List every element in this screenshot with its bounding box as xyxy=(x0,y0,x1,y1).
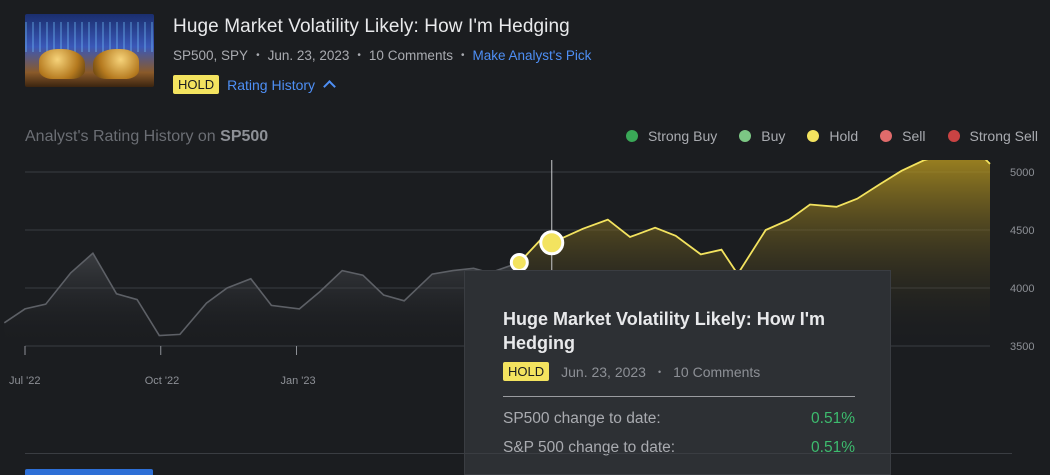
rating-marker-hold[interactable] xyxy=(509,252,529,272)
tooltip-date: Jun. 23, 2023 xyxy=(561,363,646,380)
chart-heading-symbol: SP500 xyxy=(220,128,269,145)
article-date: Jun. 23, 2023 xyxy=(267,48,350,63)
legend-swatch xyxy=(625,130,638,142)
tooltip-title[interactable]: Huge Market Volatility Likely: How I'm H… xyxy=(503,307,863,355)
article-comments[interactable]: 10 Comments xyxy=(369,48,453,63)
legend-item-strong-sell[interactable]: Strong Sell xyxy=(947,128,1038,144)
legend-swatch xyxy=(739,130,752,142)
tooltip-row: SP500 change to date: 0.51% xyxy=(503,410,855,428)
rating-legend: Strong Buy Buy Hold Sell Strong Sell xyxy=(625,128,1038,144)
tooltip-divider xyxy=(503,396,855,397)
x-tick-label: Jul '22 xyxy=(9,375,40,387)
tooltip-row-value: 0.51% xyxy=(811,410,855,427)
legend-swatch xyxy=(947,130,960,142)
tooltip-row: S&P 500 change to date: 0.51% xyxy=(503,439,855,457)
legend-item-sell[interactable]: Sell xyxy=(880,128,926,144)
rating-history-label: Rating History xyxy=(227,76,316,93)
tooltip-row-label: S&P 500 change to date: xyxy=(503,439,676,456)
y-tick-label: 4000 xyxy=(1010,283,1034,295)
legend-swatch xyxy=(880,130,893,142)
chevron-up-icon xyxy=(323,80,336,93)
x-tick-label: Jan '23 xyxy=(280,375,315,387)
rating-history-toggle[interactable]: Rating History xyxy=(227,76,336,93)
legend-label: Sell xyxy=(902,128,926,144)
thumbnail-chart-bars xyxy=(25,22,154,52)
chart-heading-prefix: Analyst's Rating History on xyxy=(25,128,216,145)
tooltip-meta: HOLD Jun. 23, 2023 • 10 Comments xyxy=(503,362,760,381)
rating-row: HOLD Rating History xyxy=(173,75,336,94)
separator-dot: • xyxy=(460,50,465,61)
tooltip-rating-badge: HOLD xyxy=(503,362,550,381)
tooltip-row-label: SP500 change to date: xyxy=(503,410,661,427)
article-tickers[interactable]: SP500, SPY xyxy=(173,48,248,63)
article-title[interactable]: Huge Market Volatility Likely: How I'm H… xyxy=(173,16,570,38)
y-tick-label: 3500 xyxy=(1010,341,1034,353)
legend-label: Buy xyxy=(761,128,786,144)
article-meta: SP500, SPY • Jun. 23, 2023 • 10 Comments… xyxy=(173,48,591,63)
legend-label: Strong Sell xyxy=(969,128,1038,144)
tooltip-comments: 10 Comments xyxy=(673,363,761,380)
price-area-before-rating xyxy=(4,253,520,346)
legend-item-strong-buy[interactable]: Strong Buy xyxy=(625,128,718,144)
make-analyst-pick-link[interactable]: Make Analyst's Pick xyxy=(472,48,591,63)
separator-dot: • xyxy=(657,366,662,377)
rating-marker-hold[interactable] xyxy=(539,230,565,256)
thumbnail-bull-figure xyxy=(39,49,85,79)
tooltip-row-value: 0.51% xyxy=(811,439,855,456)
separator-dot: • xyxy=(256,50,260,61)
rating-badge: HOLD xyxy=(173,75,220,94)
next-section-tab[interactable] xyxy=(25,469,153,475)
x-tick-label: Oct '22 xyxy=(145,375,180,387)
y-tick-label: 5000 xyxy=(1010,167,1034,179)
article-thumbnail[interactable] xyxy=(25,14,154,87)
legend-label: Hold xyxy=(829,128,859,144)
rating-tooltip: Huge Market Volatility Likely: How I'm H… xyxy=(464,270,891,475)
chart-heading: Analyst's Rating History on SP500 xyxy=(25,128,268,146)
legend-item-buy[interactable]: Buy xyxy=(739,128,785,144)
section-divider xyxy=(25,453,1012,454)
thumbnail-bull-figure xyxy=(93,49,139,79)
legend-label: Strong Buy xyxy=(647,128,718,144)
separator-dot: • xyxy=(357,50,361,61)
legend-swatch xyxy=(807,130,820,142)
legend-item-hold[interactable]: Hold xyxy=(807,128,858,144)
y-tick-label: 4500 xyxy=(1010,225,1034,237)
